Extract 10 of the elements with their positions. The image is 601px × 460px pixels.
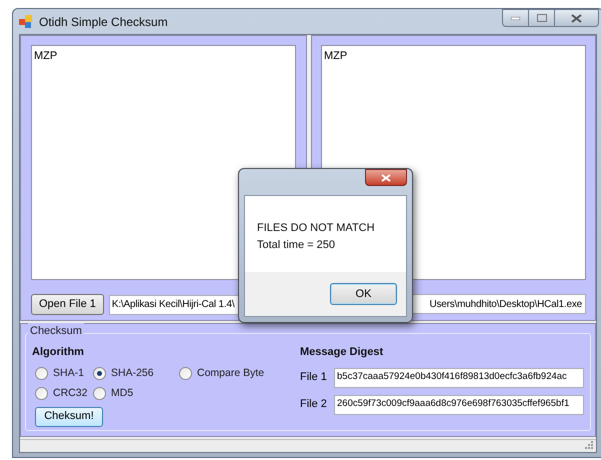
radio-label: MD5: [111, 386, 134, 401]
radio-label: SHA-1: [53, 366, 84, 381]
digest-label: File 2: [300, 397, 328, 412]
radio-label: CRC32: [53, 386, 88, 401]
digest-heading: Message Digest: [300, 345, 384, 360]
algorithm-heading: Algorithm: [32, 345, 85, 360]
radio-label: Compare Byte: [197, 366, 264, 381]
digest-label: File 1: [300, 370, 328, 386]
radio-label: SHA-256: [111, 366, 154, 381]
window-title: Otidh Simple Checksum: [39, 14, 168, 30]
